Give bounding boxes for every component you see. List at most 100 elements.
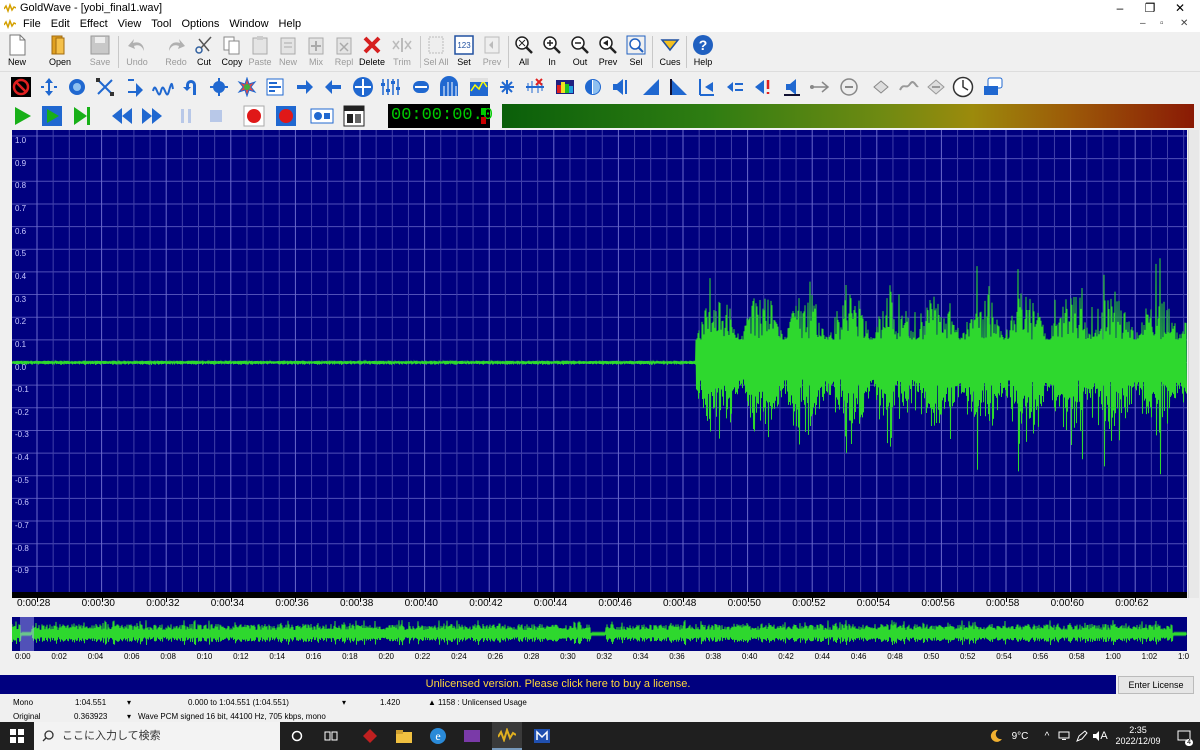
volume-shape-down-icon[interactable] [668,76,690,98]
notification-button[interactable]: 4 [1172,722,1196,750]
sample-rate-icon[interactable] [724,76,746,98]
equalizer-icon[interactable] [264,76,286,98]
taskbar-edge[interactable]: e [424,722,452,750]
reverb-icon[interactable] [438,76,460,98]
previous-selection-button[interactable]: Prev [478,34,506,72]
time-ruler[interactable]: 0:00.28 0:00.30 0:00.32 0:00.34 0:00.36 0:00.… [12,598,1187,614]
open-button[interactable]: Open [46,34,74,72]
smooth-icon[interactable] [898,76,920,98]
overview-canvas[interactable] [12,617,1187,651]
pause-button[interactable] [174,104,198,128]
pitch-icon[interactable] [380,76,402,98]
control-window-button[interactable] [342,104,366,128]
taskbar-search-box[interactable]: ここに入力して検索 [34,722,280,750]
document-icon[interactable] [4,19,16,29]
trim-button[interactable]: Trim [388,34,416,72]
license-banner[interactable]: Unlicensed version. Please click here to… [0,675,1116,694]
menu-tool[interactable]: Tool [146,18,176,30]
cortana-button[interactable] [284,722,310,750]
spectrum-view-icon[interactable] [554,76,576,98]
pen-icon[interactable] [1074,722,1090,750]
vertical-scrollbar[interactable] [1187,130,1200,598]
waveform-view[interactable]: 1.0 0.9 0.8 0.7 0.6 0.5 0.4 0.3 0.2 0.1 0.0 -0.1 -0.… [12,130,1187,598]
menu-help[interactable]: Help [274,18,307,30]
network-icon[interactable] [1056,722,1072,750]
menu-options[interactable]: Options [176,18,224,30]
tray-expand-icon[interactable]: ^ [1040,722,1054,750]
volume-shape-up-icon[interactable] [640,76,662,98]
jump-marker-icon[interactable] [870,76,892,98]
channel-mixer-icon[interactable] [496,76,518,98]
range-dropdown-icon[interactable]: ▾ [342,696,346,710]
ime-indicator[interactable]: A [1097,722,1111,750]
fast-forward-button[interactable] [140,104,164,128]
length-dropdown-icon[interactable]: ▾ [127,696,131,710]
playback-rate-icon[interactable] [838,76,860,98]
taskbar-app-3[interactable] [458,722,486,750]
compressor-icon[interactable] [66,76,88,98]
menu-window[interactable]: Window [224,18,273,30]
start-button[interactable] [0,722,34,750]
silence-icon[interactable] [926,76,948,98]
save-button[interactable]: Save [86,34,114,72]
volume-concentrate-icon[interactable] [582,76,604,98]
taskbar-app-1[interactable] [356,722,384,750]
new-button[interactable]: New [3,34,31,72]
dynamics-icon[interactable] [124,76,146,98]
auto-gain-icon[interactable] [38,76,60,98]
resample-icon[interactable] [410,76,432,98]
fade-start-icon[interactable] [696,76,718,98]
system-clock[interactable]: 2:35 2022/12/09 [1114,722,1162,750]
taskbar-app-4[interactable] [528,722,556,750]
play-to-end-button[interactable] [70,104,94,128]
record-button[interactable] [242,104,266,128]
zoom-selection-button[interactable]: Sel [622,34,650,72]
play-button[interactable] [10,104,34,128]
mdi-minimize-button[interactable]: – [1140,16,1146,32]
task-view-button[interactable] [318,722,344,750]
overview-view-marker[interactable] [20,617,34,651]
close-button[interactable]: ✕ [1160,0,1200,16]
taskbar-app-2[interactable] [390,722,418,750]
echo-icon[interactable] [152,76,174,98]
undo-button[interactable]: Undo [123,34,151,72]
weather-moon-icon[interactable] [986,722,1006,750]
overview-waveform[interactable] [12,617,1187,651]
menu-view[interactable]: View [113,18,147,30]
noise-reduction-icon[interactable] [524,76,546,98]
stop-effect-icon[interactable] [10,76,32,98]
fade-out-icon[interactable] [322,76,344,98]
play-selection-button[interactable] [40,104,64,128]
spectrum-filter-icon[interactable] [468,76,490,98]
monitor-button[interactable] [310,104,334,128]
menu-file[interactable]: File [18,18,46,30]
record-selection-button[interactable] [274,104,298,128]
speech-to-text-icon[interactable] [982,76,1004,98]
waveform-canvas[interactable] [12,130,1187,598]
time-clock-icon[interactable] [952,76,974,98]
weather-temperature[interactable]: 9°C [1006,722,1034,750]
pan-icon[interactable] [352,76,374,98]
fade-in-icon[interactable] [294,76,316,98]
volume-reduce-icon[interactable] [780,76,802,98]
flanger-icon[interactable] [180,76,202,98]
mdi-close-button[interactable]: ✕ [1180,16,1188,32]
doppler-icon[interactable] [208,76,230,98]
mechanize-icon[interactable] [236,76,258,98]
help-button[interactable]: ? Help [689,34,717,72]
menu-effect[interactable]: Effect [75,18,113,30]
volume-match-icon[interactable] [610,76,632,98]
enter-license-button[interactable]: Enter License [1118,676,1194,694]
volume-boost-icon[interactable] [752,76,774,98]
taskbar-goldwave[interactable] [492,722,522,750]
usage-up-icon: ▲ [428,698,436,707]
mdi-restore-button[interactable]: ▫ [1160,16,1164,32]
time-warp-icon[interactable] [808,76,830,98]
menu-edit[interactable]: Edit [46,18,75,30]
stop-button[interactable] [204,104,228,128]
rewind-button[interactable] [110,104,134,128]
cues-button[interactable]: Cues [656,34,684,72]
overview-tick-label: 0:40 [741,652,758,661]
crossfade-icon[interactable] [94,76,116,98]
amplitude-label: -0.9 [15,566,29,576]
